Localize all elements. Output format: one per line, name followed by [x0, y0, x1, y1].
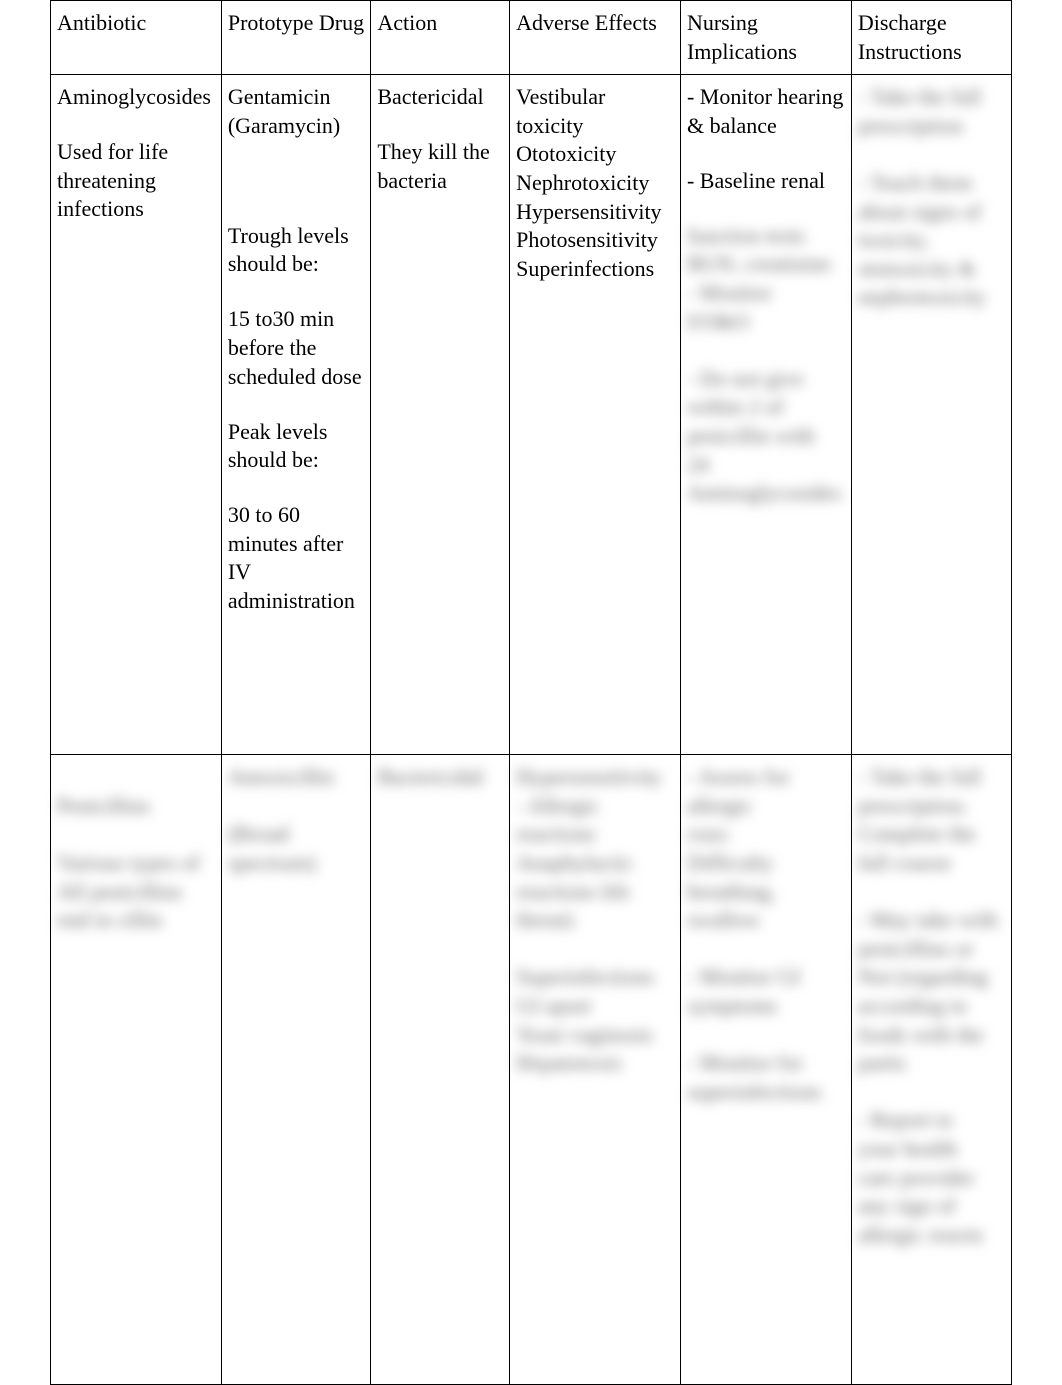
cell-nursing: - Assess for allergic rxns: Difficulty b…: [680, 755, 851, 1385]
blurred-content: Penicillins Various types of All penicil…: [57, 763, 215, 935]
antibiotic-name: Aminoglycosides: [57, 83, 215, 112]
cell-antibiotic: Penicillins Various types of All penicil…: [51, 755, 222, 1385]
action-line: They kill the bacteria: [377, 138, 503, 195]
cell-prototype: Gentamicin (Garamycin) Trough levels sho…: [221, 75, 370, 755]
antibiotic-use: Used for life threatening infections: [57, 138, 215, 224]
blurred-content: Hypersensitivity - Allergic reactions An…: [516, 763, 674, 1078]
cell-action: Bactericidal: [371, 755, 510, 1385]
table-header-row: Antibiotic Prototype Drug Action Adverse…: [51, 1, 1012, 75]
blurred-content: Amoxicillin (Broad spectrum): [228, 763, 364, 877]
action-line: Bactericidal: [377, 83, 503, 112]
cell-discharge: - Take the full prescription. Complete t…: [851, 755, 1011, 1385]
header-action: Action: [371, 1, 510, 75]
adverse-line: Superinfections: [516, 255, 674, 284]
adverse-line: Vestibular toxicity: [516, 83, 674, 140]
nursing-line: - Monitor hearing & balance: [687, 83, 845, 140]
blurred-content: - Take the full prescription - Teach the…: [858, 83, 1005, 312]
header-discharge: Discharge Instructions: [851, 1, 1011, 75]
cell-prototype: Amoxicillin (Broad spectrum): [221, 755, 370, 1385]
cell-nursing: - Monitor hearing & balance - Baseline r…: [680, 75, 851, 755]
header-prototype: Prototype Drug: [221, 1, 370, 75]
blurred-content: function tests BUN, creatinine - Monitor…: [687, 222, 845, 508]
table-row: Aminoglycosides Used for life threatenin…: [51, 75, 1012, 755]
blurred-content: - Take the full prescription. Complete t…: [858, 763, 1005, 1249]
header-antibiotic: Antibiotic: [51, 1, 222, 75]
adverse-line: Photosensitivity: [516, 226, 674, 255]
peak-label: Peak levels should be:: [228, 418, 364, 475]
adverse-line: Hypersensitivity: [516, 198, 674, 227]
table-row: Penicillins Various types of All penicil…: [51, 755, 1012, 1385]
adverse-line: Ototoxicity: [516, 140, 674, 169]
cell-discharge: - Take the full prescription - Teach the…: [851, 75, 1011, 755]
header-nursing: Nursing Implications: [680, 1, 851, 75]
trough-label: Trough levels should be:: [228, 222, 364, 279]
blurred-content: Bactericidal: [377, 763, 503, 792]
adverse-line: Nephrotoxicity: [516, 169, 674, 198]
nursing-line: - Baseline renal: [687, 167, 845, 196]
blurred-content: - Assess for allergic rxns: Difficulty b…: [687, 763, 845, 1106]
cell-action: Bactericidal They kill the bacteria: [371, 75, 510, 755]
prototype-name: Gentamicin (Garamycin): [228, 83, 364, 140]
cell-adverse: Vestibular toxicity Ototoxicity Nephroto…: [510, 75, 681, 755]
document-page: Antibiotic Prototype Drug Action Adverse…: [0, 0, 1062, 1385]
header-adverse: Adverse Effects: [510, 1, 681, 75]
peak-value: 30 to 60 minutes after IV administration: [228, 501, 364, 615]
cell-adverse: Hypersensitivity - Allergic reactions An…: [510, 755, 681, 1385]
antibiotics-table: Antibiotic Prototype Drug Action Adverse…: [50, 0, 1012, 1385]
cell-antibiotic: Aminoglycosides Used for life threatenin…: [51, 75, 222, 755]
trough-value: 15 to30 min before the scheduled dose: [228, 305, 364, 391]
